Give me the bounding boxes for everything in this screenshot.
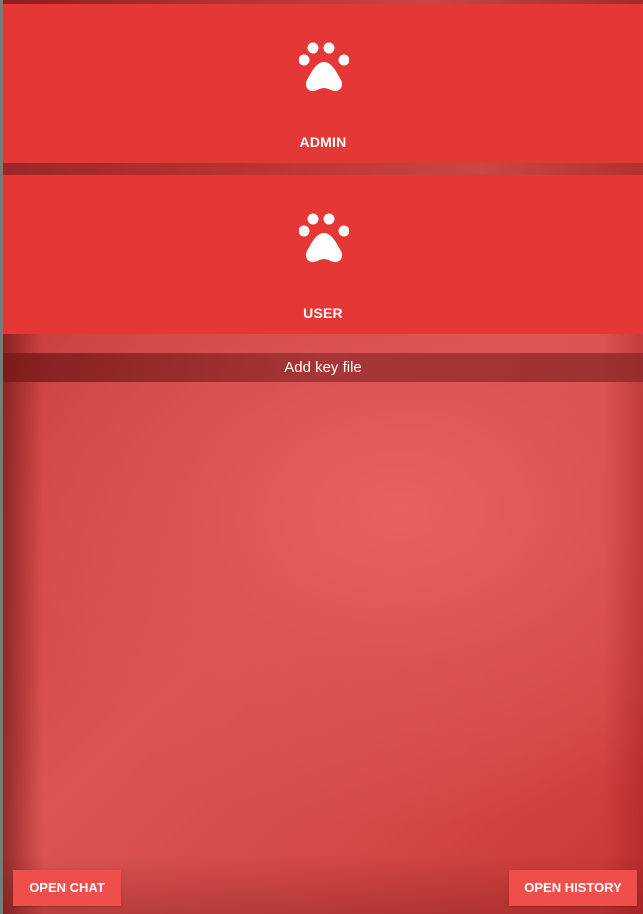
divider	[3, 163, 643, 175]
role-label-admin: ADMIN	[299, 134, 347, 150]
app-window: ADMIN USER Add key file OPEN CHAT OPEN H…	[3, 0, 643, 914]
role-label-user: USER	[303, 305, 343, 321]
paw-icon	[299, 213, 349, 263]
open-chat-button[interactable]: OPEN CHAT	[13, 870, 121, 906]
add-key-file-button[interactable]: Add key file	[3, 353, 643, 382]
open-history-button[interactable]: OPEN HISTORY	[509, 870, 637, 906]
role-card-admin[interactable]: ADMIN	[3, 4, 643, 163]
role-card-user[interactable]: USER	[3, 175, 643, 334]
paw-icon	[299, 42, 349, 92]
